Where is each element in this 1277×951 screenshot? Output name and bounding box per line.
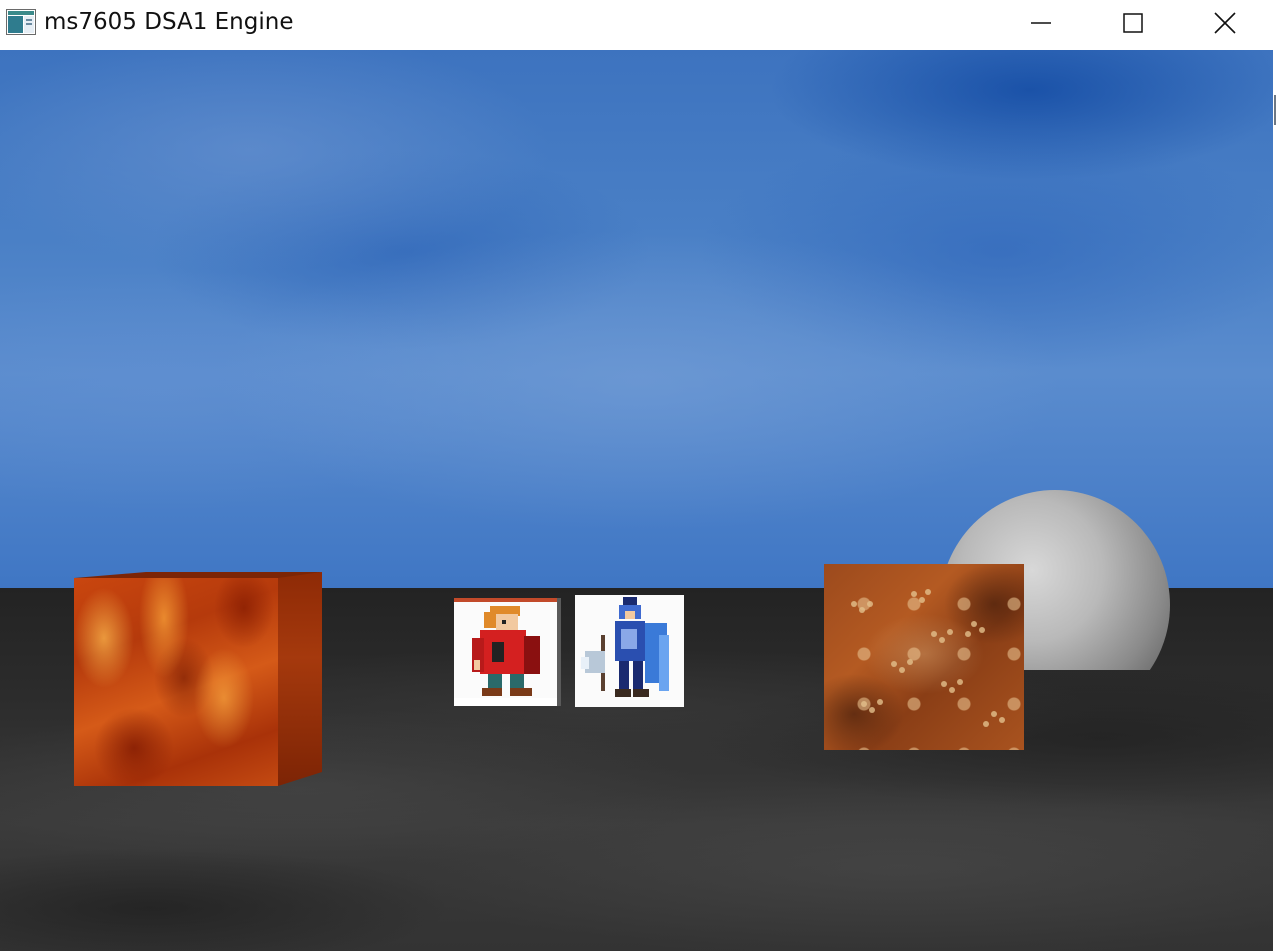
red-cloak-sprite-cube — [454, 598, 561, 706]
close-icon — [1214, 12, 1236, 34]
minimize-button[interactable] — [995, 0, 1087, 46]
blue-knight-sprite-cube — [575, 595, 684, 707]
title-bar: ms7605 DSA1 Engine — [0, 0, 1277, 50]
app-icon — [6, 9, 36, 35]
maximize-button[interactable] — [1087, 0, 1179, 46]
render-viewport[interactable] — [0, 50, 1273, 951]
window-edge-indicator — [1274, 95, 1276, 125]
fire-textured-cube — [74, 572, 324, 786]
window-title: ms7605 DSA1 Engine — [44, 9, 294, 35]
maximize-icon — [1123, 13, 1143, 33]
rock-textured-cube — [824, 564, 1026, 750]
close-button[interactable] — [1179, 0, 1271, 46]
window-right-edge — [1273, 50, 1277, 951]
minimize-icon — [1031, 22, 1051, 24]
